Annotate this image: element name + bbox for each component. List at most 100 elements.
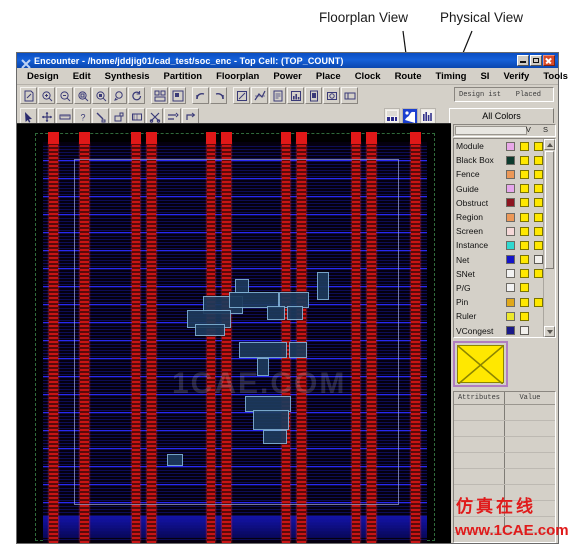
layer-color-swatch[interactable] — [506, 283, 515, 293]
layer-selectability-checkbox[interactable] — [534, 155, 543, 165]
attributes-table-row[interactable] — [454, 517, 555, 533]
layer-visibility-checkbox[interactable] — [520, 212, 529, 222]
menu-item-timing[interactable]: Timing — [428, 71, 473, 82]
layer-row[interactable]: Pin — [454, 295, 555, 309]
histogram-icon[interactable] — [287, 87, 304, 104]
scroll-down-arrow[interactable] — [544, 326, 555, 337]
layer-selectability-checkbox[interactable] — [534, 169, 543, 179]
layer-color-swatch[interactable] — [506, 240, 515, 250]
layer-visibility-checkbox[interactable] — [520, 283, 529, 293]
placed-cell-block[interactable] — [239, 342, 287, 358]
layer-list-scrollbar[interactable] — [543, 139, 555, 337]
menu-item-route[interactable]: Route — [388, 71, 429, 82]
layer-color-swatch[interactable] — [506, 155, 515, 165]
layer-selectability-checkbox[interactable] — [534, 255, 543, 265]
placed-cell-block[interactable] — [317, 272, 329, 300]
undo-icon[interactable] — [192, 87, 209, 104]
all-colors-button[interactable]: All Colors — [449, 108, 554, 124]
zoom-in-icon[interactable] — [38, 87, 55, 104]
timing-report-icon[interactable] — [269, 87, 286, 104]
layer-visibility-checkbox[interactable] — [520, 326, 529, 336]
scroll-up-arrow[interactable] — [544, 139, 555, 150]
attributes-table-row[interactable] — [454, 501, 555, 517]
layer-selectability-checkbox[interactable] — [534, 269, 543, 279]
layer-visibility-checkbox[interactable] — [520, 269, 529, 279]
layer-visibility-checkbox[interactable] — [520, 198, 529, 208]
placed-cell-block[interactable] — [287, 306, 303, 320]
layer-color-swatch[interactable] — [506, 169, 515, 179]
scroll-thumb[interactable] — [545, 151, 554, 269]
menu-item-partition[interactable]: Partition — [157, 71, 210, 82]
layer-row[interactable]: P/G — [454, 281, 555, 295]
physical-view-icon[interactable] — [420, 108, 436, 124]
layer-color-swatch[interactable] — [506, 297, 515, 307]
layer-selectability-checkbox[interactable] — [534, 240, 543, 250]
new-design-icon[interactable] — [20, 87, 37, 104]
area-density-icon[interactable] — [233, 87, 250, 104]
attributes-table-row[interactable] — [454, 453, 555, 469]
menu-item-synthesis[interactable]: Synthesis — [98, 71, 157, 82]
menu-item-tools[interactable]: Tools — [536, 71, 574, 82]
visibility-selectability-header[interactable]: V S — [453, 124, 556, 137]
violation-browser-icon[interactable] — [305, 87, 322, 104]
layer-row[interactable]: Region — [454, 210, 555, 224]
menu-item-design[interactable]: Design — [20, 71, 66, 82]
layer-row[interactable]: Instance — [454, 238, 555, 252]
layer-visibility-checkbox[interactable] — [520, 169, 529, 179]
layer-visibility-checkbox[interactable] — [520, 297, 529, 307]
layer-visibility-checkbox[interactable] — [520, 255, 529, 265]
layer-visibility-checkbox[interactable] — [520, 184, 529, 194]
floorplan-view-icon[interactable] — [384, 108, 400, 124]
layer-color-swatch[interactable] — [506, 226, 515, 236]
layer-color-swatch[interactable] — [506, 141, 515, 151]
layer-list[interactable]: Module Black Box Fence Guide Obstruct Region S… — [453, 138, 556, 338]
layer-color-swatch[interactable] — [506, 198, 515, 208]
layer-visibility-checkbox[interactable] — [520, 311, 529, 321]
layer-row[interactable]: Guide — [454, 182, 555, 196]
layer-row[interactable]: Fence — [454, 167, 555, 181]
layer-visibility-checkbox[interactable] — [520, 240, 529, 250]
layer-selectability-checkbox[interactable] — [534, 226, 543, 236]
layer-selectability-checkbox[interactable] — [534, 297, 543, 307]
layer-row[interactable]: Black Box — [454, 153, 555, 167]
layer-color-swatch[interactable] — [506, 269, 515, 279]
layer-selectability-checkbox[interactable] — [534, 141, 543, 151]
placed-cell-block[interactable] — [257, 358, 269, 376]
layer-row[interactable]: Module — [454, 139, 555, 153]
redraw-icon[interactable] — [128, 87, 145, 104]
panel-slider[interactable] — [455, 126, 527, 135]
placed-cell-block[interactable] — [167, 454, 183, 466]
layer-selectability-checkbox[interactable] — [534, 212, 543, 222]
attributes-table-row[interactable] — [454, 437, 555, 453]
placed-cell-block[interactable] — [253, 410, 289, 430]
redo-icon[interactable] — [210, 87, 227, 104]
layer-selectability-checkbox[interactable] — [534, 198, 543, 208]
layer-row[interactable]: Net — [454, 253, 555, 267]
menu-item-verify[interactable]: Verify — [496, 71, 536, 82]
layer-visibility-checkbox[interactable] — [520, 226, 529, 236]
zoom-fit-icon[interactable] — [74, 87, 91, 104]
zoom-out-icon[interactable] — [56, 87, 73, 104]
attributes-table-row[interactable] — [454, 485, 555, 501]
layer-selectability-checkbox[interactable] — [534, 184, 543, 194]
zoom-previous-icon[interactable] — [110, 87, 127, 104]
attributes-table[interactable]: Attributes Value — [453, 391, 556, 543]
layer-color-swatch[interactable] — [506, 311, 515, 321]
layer-color-swatch[interactable] — [506, 212, 515, 222]
menu-item-power[interactable]: Power — [266, 71, 309, 82]
placed-cell-block[interactable] — [263, 430, 287, 444]
layer-color-swatch[interactable] — [506, 326, 515, 336]
close-button[interactable] — [543, 55, 555, 66]
congestion-icon[interactable] — [251, 87, 268, 104]
hierarchy-icon[interactable] — [151, 87, 168, 104]
menu-item-floorplan[interactable]: Floorplan — [209, 71, 266, 82]
layer-row[interactable]: VCongest — [454, 323, 555, 337]
menu-item-clock[interactable]: Clock — [348, 71, 388, 82]
layer-row[interactable]: Ruler — [454, 309, 555, 323]
placed-cell-block[interactable] — [195, 324, 225, 336]
attributes-table-row[interactable] — [454, 405, 555, 421]
snapshot-icon[interactable] — [323, 87, 340, 104]
annotate-icon[interactable] — [341, 87, 358, 104]
attributes-table-row[interactable] — [454, 469, 555, 485]
amoeba-view-icon[interactable] — [402, 108, 418, 124]
